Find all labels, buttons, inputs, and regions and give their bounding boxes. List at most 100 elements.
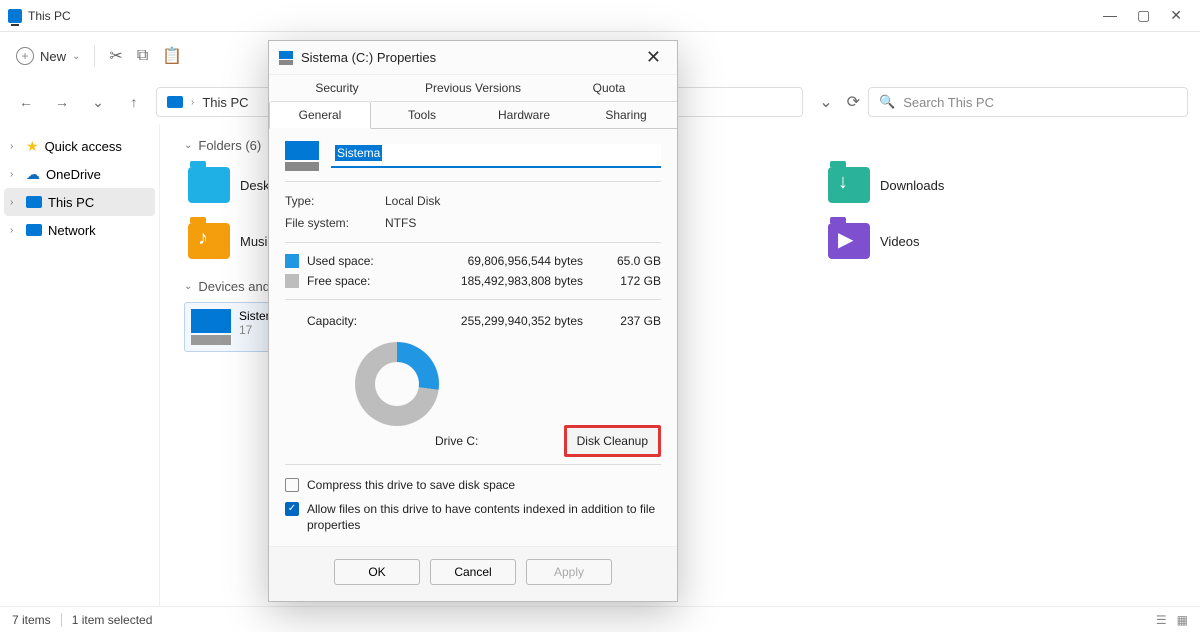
drive-icon [279, 51, 293, 65]
usage-pie-chart [355, 342, 439, 426]
cloud-icon: ☁ [26, 166, 40, 183]
drive-label: Drive C: [435, 434, 478, 448]
chevron-down-icon: ⌄ [184, 140, 192, 151]
tab-general[interactable]: General [269, 101, 371, 129]
up-button[interactable]: ↑ [120, 88, 148, 116]
compress-checkbox[interactable] [285, 478, 299, 492]
search-icon: 🔍 [879, 94, 895, 110]
used-swatch [285, 254, 299, 268]
folder-icon: ♪ [188, 223, 230, 259]
play-icon: ▶ [838, 227, 853, 252]
minimize-button[interactable]: — [1103, 7, 1117, 24]
sidebar: › ★ Quick access › ☁ OneDrive › This PC … [0, 124, 160, 606]
status-items: 7 items [12, 613, 51, 627]
folder-tile-downloads[interactable]: ↓ Downloads [824, 161, 1024, 209]
breadcrumb-text: This PC [202, 95, 248, 110]
free-gb: 172 GB [601, 274, 661, 288]
index-checkbox[interactable]: ✓ [285, 502, 299, 516]
folder-tile-videos[interactable]: ▶ Videos [824, 217, 1024, 265]
new-button[interactable]: + New ⌄ [16, 47, 80, 65]
titlebar: This PC — ▢ ✕ [0, 0, 1200, 32]
free-swatch [285, 274, 299, 288]
new-label: New [40, 49, 66, 64]
statusbar: 7 items 1 item selected ☰ ▦ [0, 606, 1200, 632]
drive-icon [191, 309, 231, 345]
tabs: Security Previous Versions Quota General… [269, 75, 677, 129]
compress-label: Compress this drive to save disk space [307, 477, 515, 493]
close-button[interactable]: ✕ [640, 47, 667, 68]
capacity-row: Capacity: 255,299,940,352 bytes 237 GB [285, 308, 661, 334]
monitor-icon [167, 96, 183, 108]
capacity-bytes: 255,299,940,352 bytes [417, 314, 601, 328]
app-icon [8, 9, 22, 23]
used-gb: 65.0 GB [601, 254, 661, 268]
ok-button[interactable]: OK [334, 559, 420, 585]
paste-icon[interactable]: 📋 [162, 46, 182, 66]
volume-name-input[interactable]: Sistema [331, 144, 661, 168]
plus-icon: + [16, 47, 34, 65]
sidebar-item-onedrive[interactable]: › ☁ OneDrive [4, 160, 155, 188]
music-icon: ♪ [198, 227, 208, 250]
folder-icon [188, 167, 230, 203]
tab-previous-versions[interactable]: Previous Versions [405, 75, 541, 101]
tab-sharing[interactable]: Sharing [575, 101, 677, 128]
apply-button[interactable]: Apply [526, 559, 612, 585]
capacity-label: Capacity: [285, 314, 417, 328]
search-placeholder: Search This PC [903, 95, 994, 110]
folders-header-label: Folders (6) [198, 138, 261, 153]
monitor-icon [26, 196, 42, 208]
chevron-down-icon: ⌄ [184, 281, 192, 292]
refresh-icon[interactable]: ⟳ [847, 92, 860, 112]
tab-quota[interactable]: Quota [541, 75, 677, 101]
cancel-button[interactable]: Cancel [430, 559, 516, 585]
recent-button[interactable]: ⌄ [84, 88, 112, 116]
sidebar-item-quick-access[interactable]: › ★ Quick access [4, 132, 155, 160]
dialog-footer: OK Cancel Apply [269, 546, 677, 601]
index-label: Allow files on this drive to have conten… [307, 501, 661, 533]
tab-security[interactable]: Security [269, 75, 405, 101]
chevron-right-icon: › [10, 225, 20, 236]
back-button[interactable]: ← [12, 88, 40, 116]
properties-dialog: Sistema (C:) Properties ✕ Security Previ… [268, 40, 678, 602]
list-view-icon[interactable]: ☰ [1156, 613, 1167, 627]
download-icon: ↓ [838, 171, 848, 194]
tab-tools[interactable]: Tools [371, 101, 473, 128]
tile-label: Downloads [880, 178, 944, 193]
copy-icon[interactable]: ⧉ [137, 47, 148, 65]
free-bytes: 185,492,983,808 bytes [417, 274, 601, 288]
search-input[interactable]: 🔍 Search This PC [868, 87, 1188, 117]
close-button[interactable]: ✕ [1170, 7, 1182, 24]
folder-icon: ↓ [828, 167, 870, 203]
sidebar-item-this-pc[interactable]: › This PC [4, 188, 155, 216]
window-title: This PC [28, 9, 71, 23]
sidebar-item-label: Quick access [45, 139, 122, 154]
chevron-right-icon: › [10, 141, 20, 152]
network-icon [26, 224, 42, 236]
chevron-right-icon: › [10, 197, 20, 208]
volume-name-value: Sistema [335, 145, 382, 161]
used-space-row: Used space: 69,806,956,544 bytes 65.0 GB [285, 251, 661, 271]
index-checkbox-row[interactable]: ✓ Allow files on this drive to have cont… [285, 497, 661, 537]
free-space-row: Free space: 185,492,983,808 bytes 172 GB [285, 271, 661, 291]
tile-label: Videos [880, 234, 920, 249]
grid-view-icon[interactable]: ▦ [1177, 613, 1188, 627]
forward-button[interactable]: → [48, 88, 76, 116]
maximize-button[interactable]: ▢ [1137, 7, 1150, 24]
status-selected: 1 item selected [72, 613, 153, 627]
disk-cleanup-button[interactable]: Disk Cleanup [564, 425, 661, 457]
folder-icon: ▶ [828, 223, 870, 259]
drive-icon [285, 141, 319, 171]
used-label: Used space: [307, 254, 417, 268]
fs-label: File system: [285, 216, 385, 230]
chevron-down-icon[interactable]: ⌄ [819, 92, 832, 112]
cut-icon[interactable]: ✂ [109, 46, 122, 66]
chevron-down-icon: ⌄ [72, 51, 80, 62]
compress-checkbox-row[interactable]: Compress this drive to save disk space [285, 473, 661, 497]
sidebar-item-label: OneDrive [46, 167, 101, 182]
tab-hardware[interactable]: Hardware [473, 101, 575, 128]
star-icon: ★ [26, 138, 39, 155]
sidebar-item-network[interactable]: › Network [4, 216, 155, 244]
chevron-right-icon: › [10, 169, 20, 180]
type-value: Local Disk [385, 194, 661, 208]
free-label: Free space: [307, 274, 417, 288]
